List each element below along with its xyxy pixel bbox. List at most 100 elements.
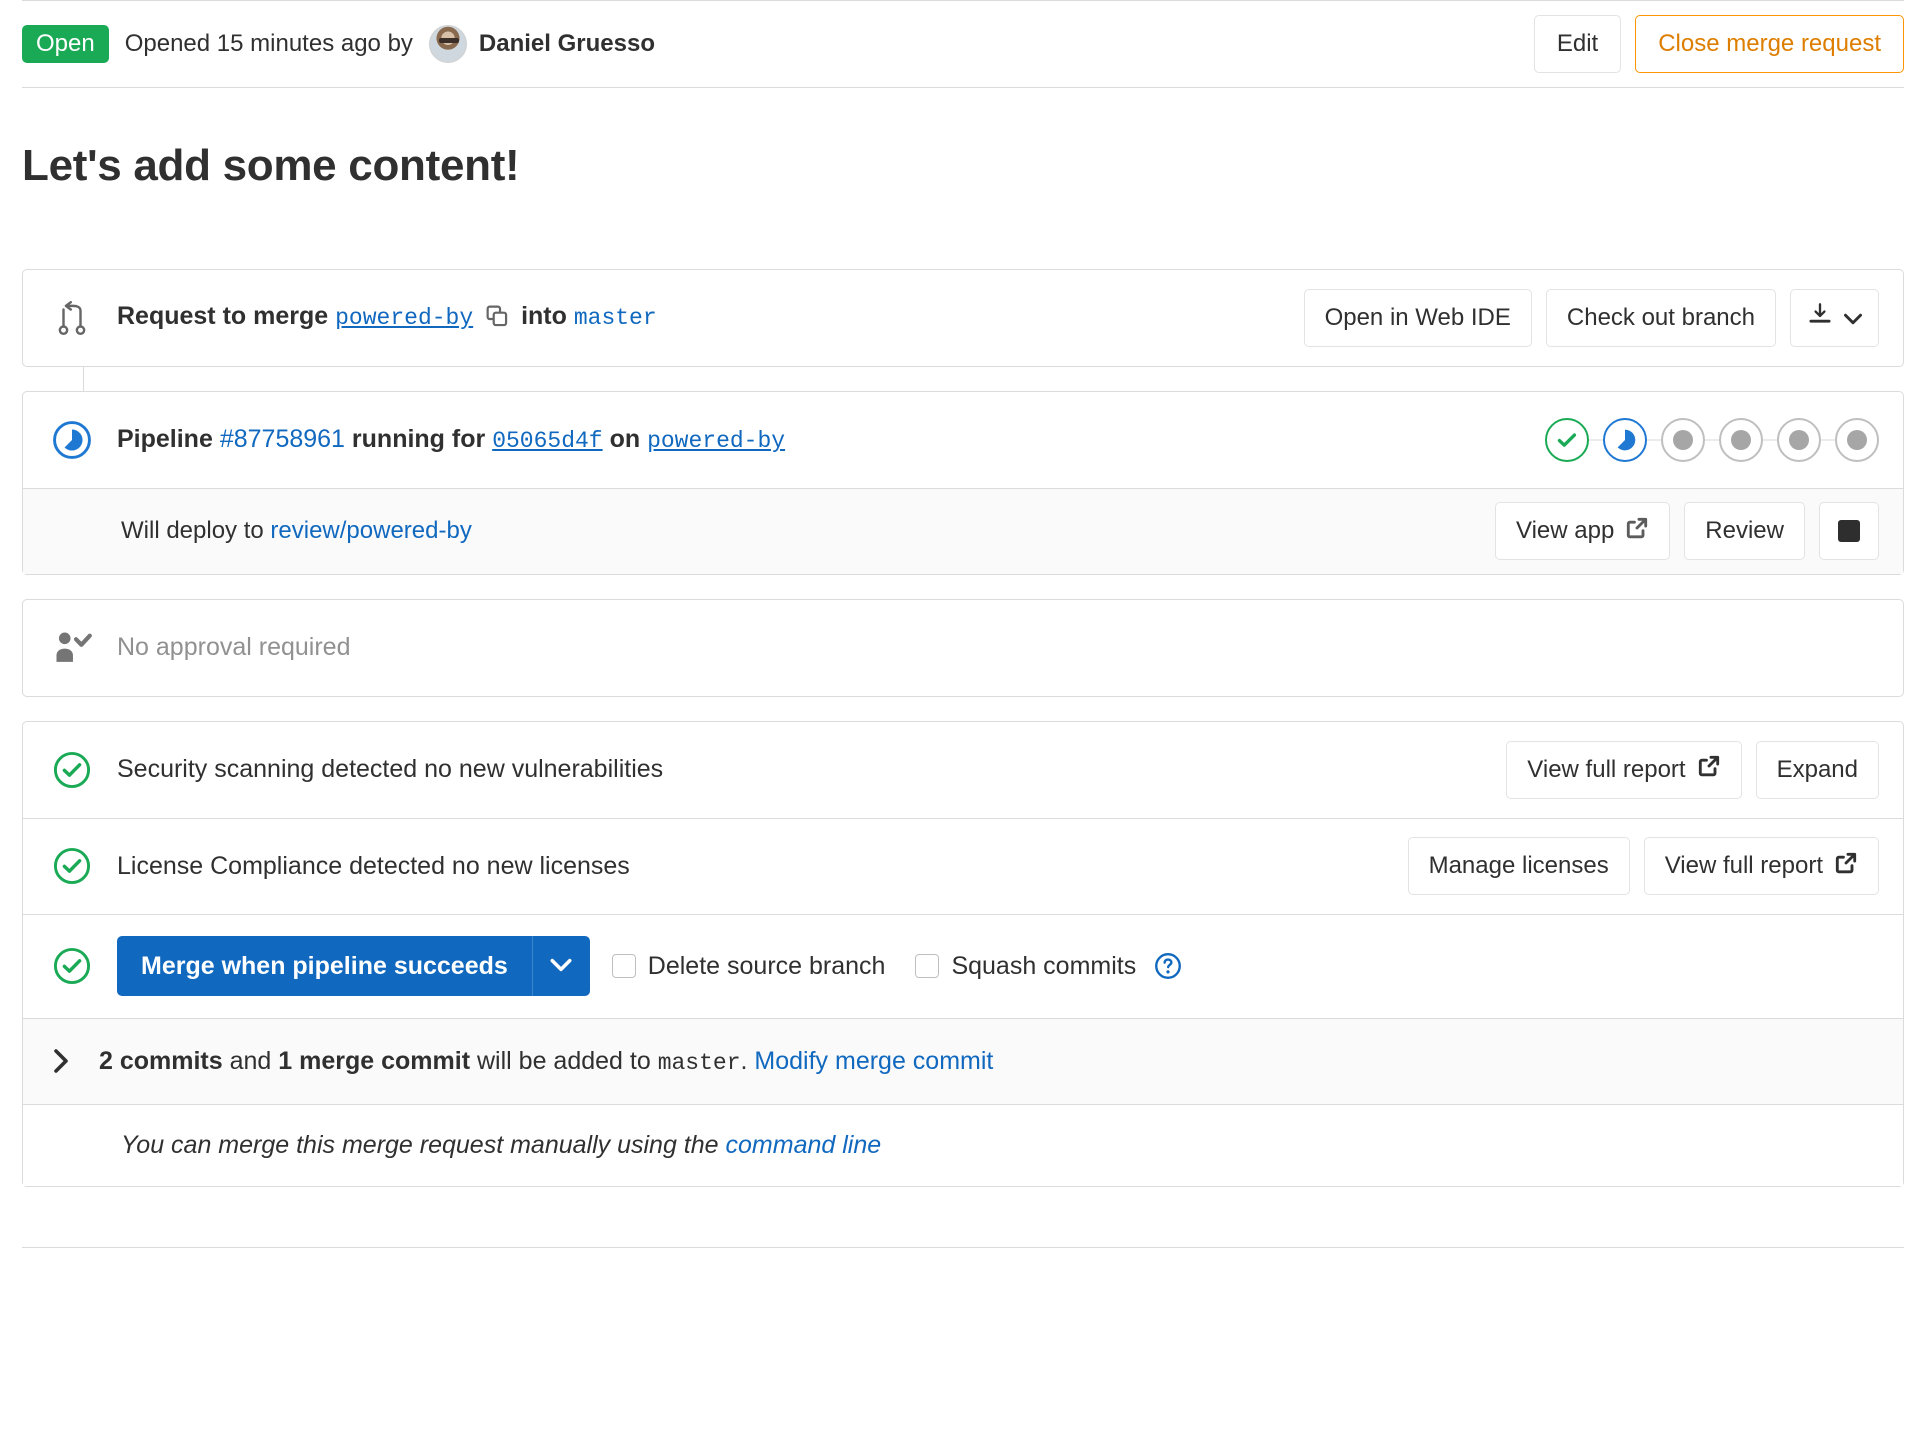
merge-action-row: Merge when pipeline succeeds Delete sour… <box>23 913 1903 1018</box>
chevron-right-icon[interactable] <box>49 1049 73 1074</box>
commit-sha-link[interactable]: 05065d4f <box>492 428 602 454</box>
delete-source-branch-option[interactable]: Delete source branch <box>611 951 886 981</box>
deployment-row: Will deploy to review/powered-by View ap… <box>23 487 1903 574</box>
stage-connector <box>1821 438 1835 441</box>
merge-when-pipeline-succeeds-button[interactable]: Merge when pipeline succeeds <box>117 936 532 997</box>
squash-commits-label: Squash commits <box>951 951 1137 980</box>
pipeline-state-label: running for <box>351 425 486 454</box>
merge-request-page: Open Opened 15 minutes ago by Daniel Gru… <box>0 0 1926 1248</box>
author-name[interactable]: Daniel Gruesso <box>479 30 655 58</box>
license-view-full-report-button[interactable]: View full report <box>1643 837 1879 896</box>
stage-status-running[interactable] <box>1603 417 1647 462</box>
stage-connector <box>1763 438 1777 441</box>
security-view-full-report-button[interactable]: View full report <box>1506 740 1742 799</box>
request-to-merge-row: Request to merge powered-by into master <box>23 270 1903 366</box>
security-report-row: Security scanning detected no new vulner… <box>23 722 1903 818</box>
license-text-group: License Compliance detected no new licen… <box>49 847 630 885</box>
stage-connector <box>1589 438 1603 441</box>
modify-merge-commit-link[interactable]: Modify merge commit <box>754 1047 993 1075</box>
stage-status-pending[interactable] <box>1661 417 1705 462</box>
avatar[interactable] <box>428 25 467 63</box>
squash-commits-checkbox[interactable] <box>915 954 940 979</box>
pipeline-text-group: Pipeline #87758961 running for 05065d4f … <box>49 420 785 460</box>
status-badge: Open <box>22 25 109 63</box>
pipeline-branch-link[interactable]: powered-by <box>647 428 785 454</box>
license-view-report-label: View full report <box>1664 852 1823 880</box>
commits-target-branch: master <box>657 1049 741 1076</box>
check-circle-icon <box>49 847 95 885</box>
mr-status-left: Open Opened 15 minutes ago by Daniel Gru… <box>22 25 655 63</box>
review-button[interactable]: Review <box>1684 502 1805 561</box>
manual-merge-row: You can merge this merge request manuall… <box>23 1103 1903 1186</box>
external-link-icon <box>1697 754 1721 785</box>
request-to-merge-text-group: Request to merge powered-by into master <box>49 300 657 335</box>
license-report-text: License Compliance detected no new licen… <box>117 851 630 880</box>
pipeline-label: Pipeline <box>117 425 213 454</box>
source-branch-link[interactable]: powered-by <box>335 305 473 331</box>
mr-status-bar: Open Opened 15 minutes ago by Daniel Gru… <box>22 0 1904 88</box>
chevron-down-icon <box>550 958 572 975</box>
stage-status-success[interactable] <box>1545 417 1589 462</box>
external-link-icon <box>1625 516 1649 547</box>
merge-options-group: Delete source branch Squash commits <box>611 951 1182 981</box>
squash-commits-option[interactable]: Squash commits <box>915 952 1182 981</box>
question-circle-icon[interactable] <box>1154 952 1182 980</box>
delete-source-branch-checkbox[interactable] <box>611 954 636 979</box>
approval-text-group: No approval required <box>49 629 350 667</box>
security-text-group: Security scanning detected no new vulner… <box>49 751 663 789</box>
command-line-link[interactable]: command line <box>726 1131 882 1160</box>
security-expand-button[interactable]: Expand <box>1755 740 1879 799</box>
delete-source-branch-label: Delete source branch <box>647 951 886 980</box>
check-circle-icon <box>49 947 95 985</box>
commits-and: and <box>229 1046 272 1075</box>
pipeline-on-label: on <box>609 425 641 454</box>
mr-status-actions: Edit Close merge request <box>1533 15 1904 73</box>
commits-period: . <box>740 1046 748 1075</box>
approval-text: No approval required <box>117 633 351 662</box>
commits-suffix: will be added to <box>477 1046 651 1075</box>
copy-icon[interactable] <box>486 305 508 334</box>
approval-row: No approval required <box>23 600 1903 696</box>
stage-connector <box>1647 438 1661 441</box>
bottom-spacer <box>22 1187 1904 1217</box>
edit-button[interactable]: Edit <box>1533 15 1622 73</box>
merge-source-card: Request to merge powered-by into master <box>22 268 1904 367</box>
merge-request-widget: Request to merge powered-by into master <box>22 268 1904 1187</box>
deploy-environment-link[interactable]: review/powered-by <box>270 517 471 544</box>
merge-options-dropdown-button[interactable] <box>531 936 590 997</box>
merge-commit-count: 1 merge commit <box>278 1046 471 1075</box>
running-icon <box>49 420 95 460</box>
deployment-text: Will deploy to review/powered-by <box>49 517 472 545</box>
merge-split-button: Merge when pipeline succeeds <box>117 936 590 997</box>
license-report-actions: Manage licenses View full report <box>1407 837 1879 896</box>
close-merge-request-button[interactable]: Close merge request <box>1635 15 1904 73</box>
check-circle-icon <box>49 751 95 789</box>
author-block: Daniel Gruesso <box>428 25 655 63</box>
security-view-report-label: View full report <box>1527 755 1686 783</box>
check-out-branch-button[interactable]: Check out branch <box>1545 288 1776 347</box>
commits-summary-row: 2 commits and 1 merge commit will be add… <box>23 1017 1903 1104</box>
view-app-button[interactable]: View app <box>1495 502 1671 561</box>
merge-actions-card: Security scanning detected no new vulner… <box>22 720 1904 1187</box>
manage-licenses-button[interactable]: Manage licenses <box>1407 837 1630 896</box>
open-in-web-ide-button[interactable]: Open in Web IDE <box>1303 288 1532 347</box>
security-report-actions: View full report Expand <box>1506 740 1879 799</box>
security-report-text: Security scanning detected no new vulner… <box>117 755 664 784</box>
commits-count: 2 commits <box>99 1046 223 1075</box>
pipeline-row: Pipeline #87758961 running for 05065d4f … <box>23 392 1903 488</box>
page-title: Let's add some content! <box>22 141 520 190</box>
user-check-icon <box>49 629 95 667</box>
stage-connector <box>1705 438 1719 441</box>
stage-status-pending[interactable] <box>1835 417 1879 462</box>
stage-status-pending[interactable] <box>1777 417 1821 462</box>
stop-icon <box>1838 520 1860 543</box>
stop-environment-button[interactable] <box>1819 502 1879 561</box>
stage-status-pending[interactable] <box>1719 417 1763 462</box>
pipeline-card: Pipeline #87758961 running for 05065d4f … <box>22 390 1904 575</box>
approval-card: No approval required <box>22 598 1904 697</box>
pipeline-id-link[interactable]: #87758961 <box>220 425 345 453</box>
request-to-merge-sentence: Request to merge powered-by into master <box>117 302 657 334</box>
branch-icon <box>49 300 95 335</box>
download-dropdown-button[interactable] <box>1790 288 1879 347</box>
target-branch-link[interactable]: master <box>574 305 657 331</box>
